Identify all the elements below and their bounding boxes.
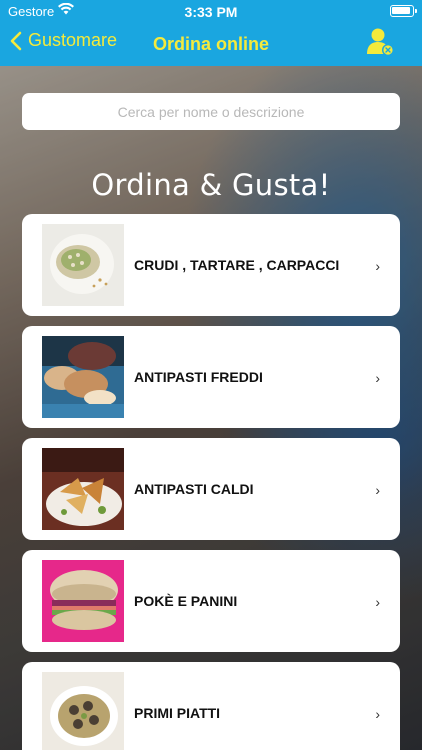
chevron-left-icon (10, 31, 22, 50)
category-item-poke-panini[interactable]: POKÈ E PANINI › (22, 550, 400, 652)
category-thumbnail (42, 448, 124, 530)
search-input[interactable] (22, 93, 400, 130)
category-thumbnail (42, 336, 124, 418)
category-thumbnail (42, 560, 124, 642)
status-bar: Gestore 3:33 PM (0, 0, 422, 22)
back-button[interactable]: Gustomare (10, 30, 117, 51)
clock: 3:33 PM (184, 4, 238, 20)
user-settings-icon (367, 28, 394, 56)
category-thumbnail (42, 672, 124, 750)
headline: Ordina & Gusta! (91, 168, 331, 202)
category-label: ANTIPASTI FREDDI (134, 369, 263, 385)
category-item-crudi[interactable]: CRUDI , TARTARE , CARPACCI › (22, 214, 400, 316)
chevron-right-icon: › (375, 370, 380, 386)
chevron-right-icon: › (375, 706, 380, 722)
category-item-antipasti-freddi[interactable]: ANTIPASTI FREDDI › (22, 326, 400, 428)
category-label: POKÈ E PANINI (134, 593, 238, 609)
category-thumbnail (42, 224, 124, 306)
category-label: CRUDI , TARTARE , CARPACCI (134, 257, 340, 273)
back-button-label: Gustomare (28, 30, 118, 50)
nav-header: Gustomare Ordina online (0, 22, 422, 66)
category-item-primi-piatti[interactable]: PRIMI PIATTI › (22, 662, 400, 750)
category-item-antipasti-caldi[interactable]: ANTIPASTI CALDI › (22, 438, 400, 540)
battery-icon (390, 5, 417, 17)
navigation-bar: Gestore 3:33 PM Gustomare Ordina online (0, 0, 422, 66)
category-label: ANTIPASTI CALDI (134, 481, 254, 497)
category-label: PRIMI PIATTI (134, 705, 221, 721)
category-list: CRUDI , TARTARE , CARPACCI › ANTIPASTI F… (22, 214, 400, 750)
chevron-right-icon: › (375, 594, 380, 610)
account-button[interactable] (366, 26, 396, 58)
chevron-right-icon: › (375, 258, 380, 274)
chevron-right-icon: › (375, 482, 380, 498)
